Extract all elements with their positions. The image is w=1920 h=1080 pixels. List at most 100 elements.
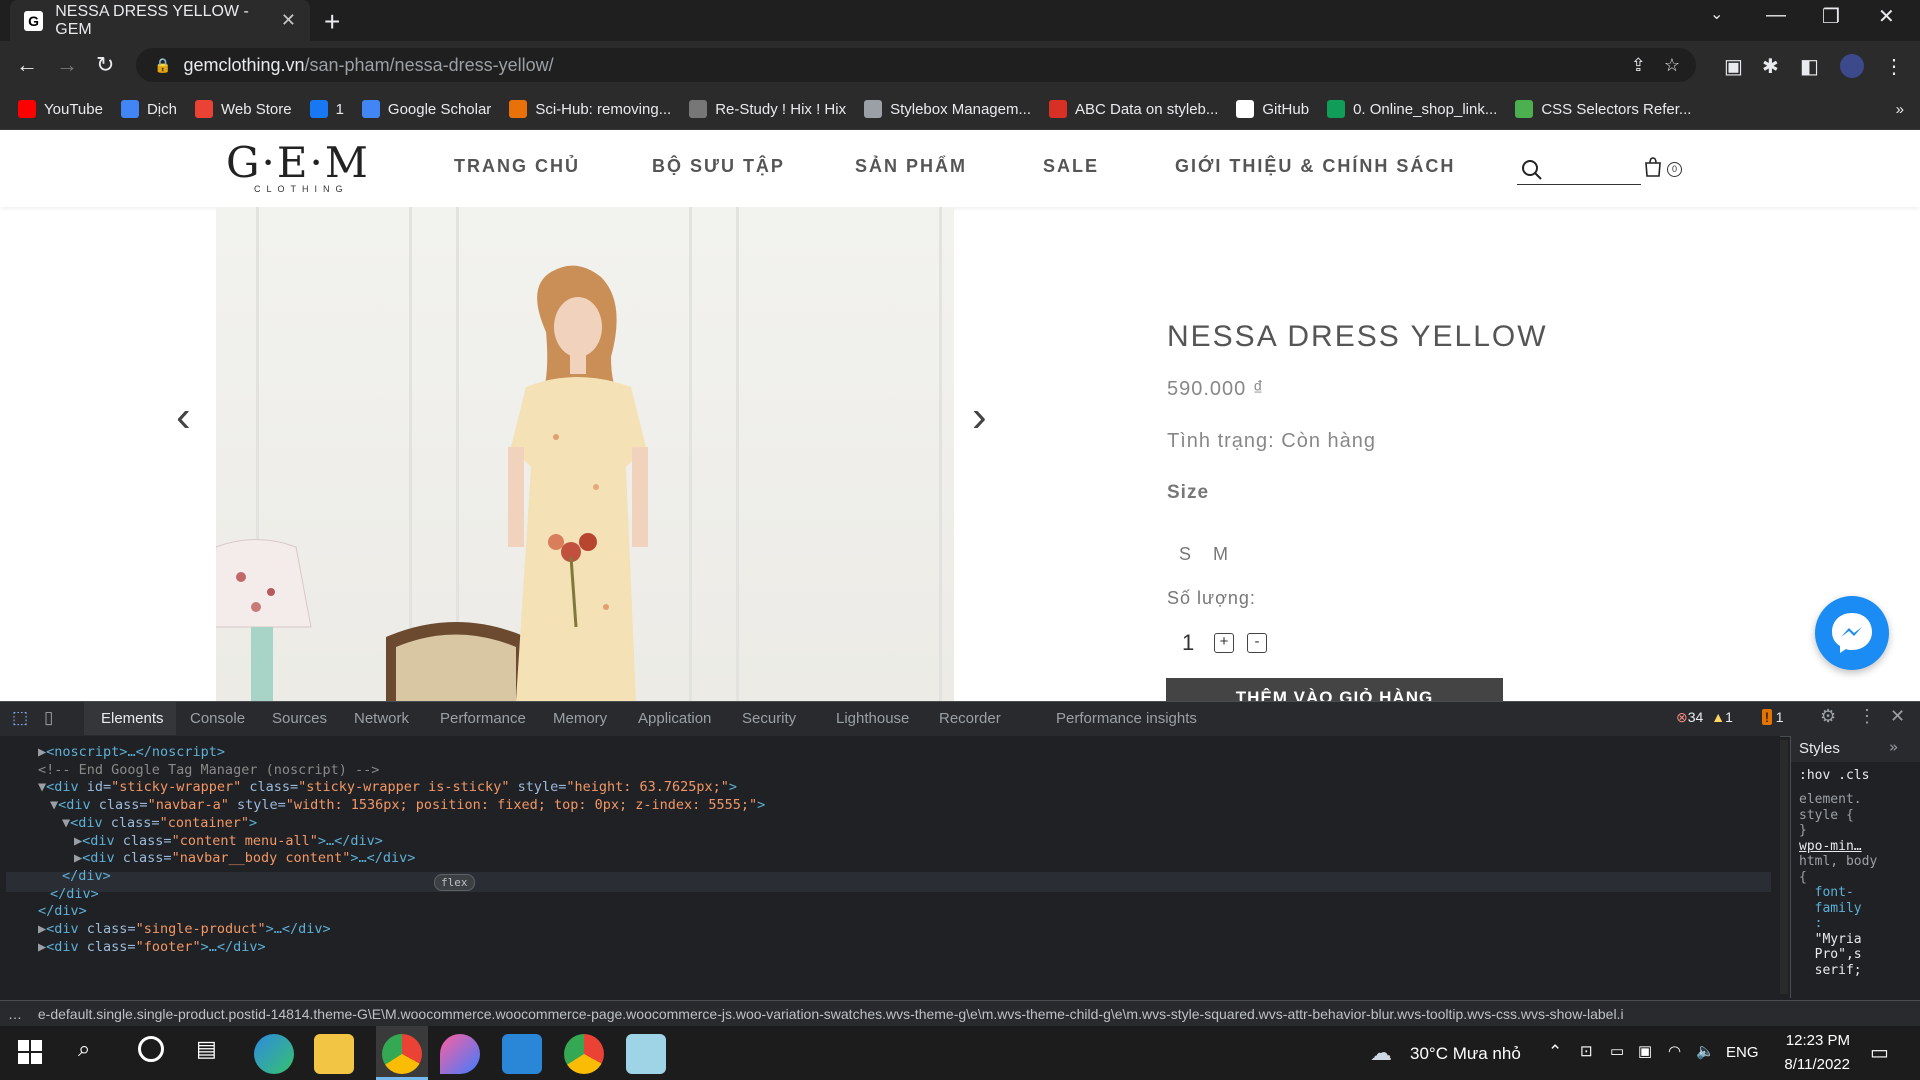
side-panel-icon[interactable]: ◧	[1800, 54, 1819, 79]
bookmark-star-icon[interactable]: ☆	[1664, 55, 1680, 76]
restore-icon[interactable]: ❐	[1822, 4, 1840, 29]
dom-tree-line[interactable]: </div>	[62, 868, 111, 884]
dom-tree-line[interactable]: ▶<noscript>…</noscript>	[38, 744, 225, 760]
devtools-close-icon[interactable]: ✕	[1890, 706, 1905, 727]
dom-tree-line[interactable]: ▼<div class="navbar-a" style="width: 153…	[50, 797, 765, 813]
menu-bo-suu-tap[interactable]: BỘ SƯU TẬP	[652, 156, 785, 177]
bookmark-item[interactable]: Google Scholar	[361, 100, 491, 118]
size-option-s[interactable]: S	[1179, 544, 1191, 565]
bookmark-item[interactable]: YouTube	[18, 100, 103, 118]
devtools-tab-recorder[interactable]: Recorder	[939, 710, 1001, 727]
prev-image-chevron-icon[interactable]: ‹	[176, 392, 191, 442]
quantity-value[interactable]: 1	[1182, 630, 1194, 656]
clock-date[interactable]: 8/11/2022	[1776, 1056, 1850, 1073]
devtools-tab-elements[interactable]: Elements	[101, 710, 164, 727]
bookmark-item[interactable]: Re-Study ! Hix ! Hix	[689, 100, 846, 118]
clock-time[interactable]: 12:23 PM	[1776, 1032, 1850, 1049]
quantity-plus-button[interactable]: +	[1214, 633, 1234, 653]
bookmark-item[interactable]: CSS Selectors Refer...	[1515, 100, 1691, 118]
minimize-icon[interactable]: —	[1766, 4, 1786, 27]
tab-close-icon[interactable]: ✕	[281, 10, 296, 31]
wifi-icon[interactable]: ◠	[1668, 1042, 1681, 1060]
devtools-settings-icon[interactable]: ⚙	[1820, 706, 1836, 727]
puzzle-extensions-icon[interactable]: ✱	[1762, 54, 1779, 79]
search-input[interactable]	[1517, 184, 1641, 185]
meet-now-icon[interactable]: ▣	[1638, 1042, 1652, 1060]
address-bar[interactable]: 🔒 gemclothing.vn/san-pham/nessa-dress-ye…	[136, 48, 1696, 82]
bookmark-item[interactable]: Stylebox Managem...	[864, 100, 1031, 118]
devtools-tab-memory[interactable]: Memory	[553, 710, 607, 727]
inspect-element-icon[interactable]: ⬚	[12, 708, 28, 728]
menu-sale[interactable]: SALE	[1043, 156, 1099, 177]
windows-start-icon[interactable]	[18, 1040, 42, 1064]
devtools-menu-icon[interactable]: ⋮	[1858, 706, 1876, 727]
new-tab-button[interactable]: +	[324, 6, 340, 38]
tray-chevron-icon[interactable]: ⌃	[1548, 1042, 1562, 1062]
tray-app-icon[interactable]: ⊡	[1580, 1042, 1593, 1060]
issues-counter[interactable]: ! 1	[1762, 709, 1784, 725]
back-arrow-icon[interactable]: ←	[16, 52, 38, 78]
devtools-tab-network[interactable]: Network	[354, 710, 409, 727]
search-icon[interactable]	[1520, 158, 1544, 182]
add-to-cart-button[interactable]: THÊM VÀO GIỎ HÀNG	[1166, 678, 1503, 701]
bookmarks-overflow-chevron-icon[interactable]: »	[1896, 101, 1904, 118]
devtools-tab-application[interactable]: Application	[638, 710, 711, 727]
reload-icon[interactable]: ↻	[96, 52, 114, 78]
dom-tree-line[interactable]: ▼<div id="sticky-wrapper" class="sticky-…	[38, 779, 737, 795]
profile-avatar[interactable]	[1840, 54, 1864, 78]
quantity-minus-button[interactable]: -	[1247, 633, 1267, 653]
devtools-tab-sources[interactable]: Sources	[272, 710, 327, 727]
devtools-tab-security[interactable]: Security	[742, 710, 796, 727]
dom-tree-line[interactable]: ▶<div class="footer">…</div>	[38, 939, 266, 955]
task-view-icon[interactable]: ▤	[196, 1036, 217, 1062]
forward-arrow-icon[interactable]: →	[56, 52, 78, 78]
bookmark-item[interactable]: GitHub	[1236, 100, 1309, 118]
edge-icon[interactable]	[254, 1034, 294, 1074]
dom-tree-line[interactable]: <!-- End Google Tag Manager (noscript) -…	[38, 762, 379, 778]
bookmark-item[interactable]: Web Store	[194, 100, 292, 118]
vscode-icon[interactable]	[502, 1034, 542, 1074]
weather-text[interactable]: 30°C Mưa nhỏ	[1410, 1044, 1521, 1064]
devtools-tab-lighthouse[interactable]: Lighthouse	[836, 710, 909, 727]
dom-tree-line[interactable]: </div>	[50, 886, 99, 902]
messenger-button[interactable]	[1815, 596, 1889, 670]
dom-breadcrumb[interactable]: … e-default.single.single-product.postid…	[0, 1000, 1920, 1027]
menu-gioi-thieu[interactable]: GIỚI THIỆU & CHÍNH SÁCH	[1175, 156, 1455, 177]
more-tabs-icon[interactable]: »	[1889, 738, 1898, 756]
cart-bag-icon[interactable]	[1643, 156, 1663, 178]
dom-tree-line[interactable]: </div>	[38, 903, 87, 919]
notes-app-icon[interactable]	[626, 1034, 666, 1074]
chrome-profile-icon[interactable]	[564, 1034, 604, 1074]
size-option-m[interactable]: M	[1213, 544, 1228, 565]
devtools-tab-performance[interactable]: Performance	[440, 710, 526, 727]
extension-icon[interactable]: ▣	[1724, 54, 1743, 79]
share-icon[interactable]: ⇪	[1631, 55, 1646, 76]
dom-tree-line[interactable]: ▶<div class="single-product">…</div>	[38, 921, 331, 937]
styles-tab[interactable]: Styles	[1799, 740, 1840, 757]
cortana-icon[interactable]	[138, 1036, 164, 1062]
menu-trang-chu[interactable]: TRANG CHỦ	[454, 156, 580, 177]
console-counts[interactable]: ⊗34 ▲1	[1676, 709, 1733, 726]
dom-tree-line[interactable]: ▶<div class="content menu-all">…</div>	[74, 833, 383, 849]
gem-logo[interactable]: G·E·M	[226, 138, 370, 187]
styles-filter[interactable]: :hov .cls	[1799, 768, 1869, 783]
menu-san-pham[interactable]: SẢN PHẨM	[855, 156, 967, 177]
elements-dom-tree[interactable]: ▶<noscript>…</noscript> <!-- End Google T…	[0, 736, 1788, 998]
chrome-menu-icon[interactable]: ⋮	[1884, 54, 1904, 79]
language-indicator[interactable]: ENG	[1726, 1044, 1759, 1061]
bookmark-item[interactable]: 0. Online_shop_link...	[1327, 100, 1497, 118]
chrome-icon[interactable]	[382, 1034, 422, 1074]
window-close-icon[interactable]: ✕	[1878, 4, 1895, 29]
battery-icon[interactable]: ▭	[1610, 1042, 1624, 1060]
bookmark-item[interactable]: 1	[309, 100, 344, 118]
flex-badge[interactable]: flex	[434, 874, 475, 891]
tab-search-icon[interactable]: ⌄	[1710, 4, 1723, 24]
dom-scrollbar[interactable]	[1780, 740, 1788, 994]
bookmark-item[interactable]: Sci-Hub: removing...	[509, 100, 671, 118]
devtools-tab-performance-insights[interactable]: Performance insights	[1056, 710, 1197, 727]
browser-tab[interactable]: G NESSA DRESS YELLOW - GEM ✕	[10, 0, 310, 41]
next-image-chevron-icon[interactable]: ›	[972, 392, 987, 442]
device-toolbar-icon[interactable]: ▯	[44, 708, 53, 728]
volume-icon[interactable]: 🔈	[1696, 1042, 1715, 1060]
dom-tree-line[interactable]: ▼<div class="container">	[62, 815, 257, 831]
